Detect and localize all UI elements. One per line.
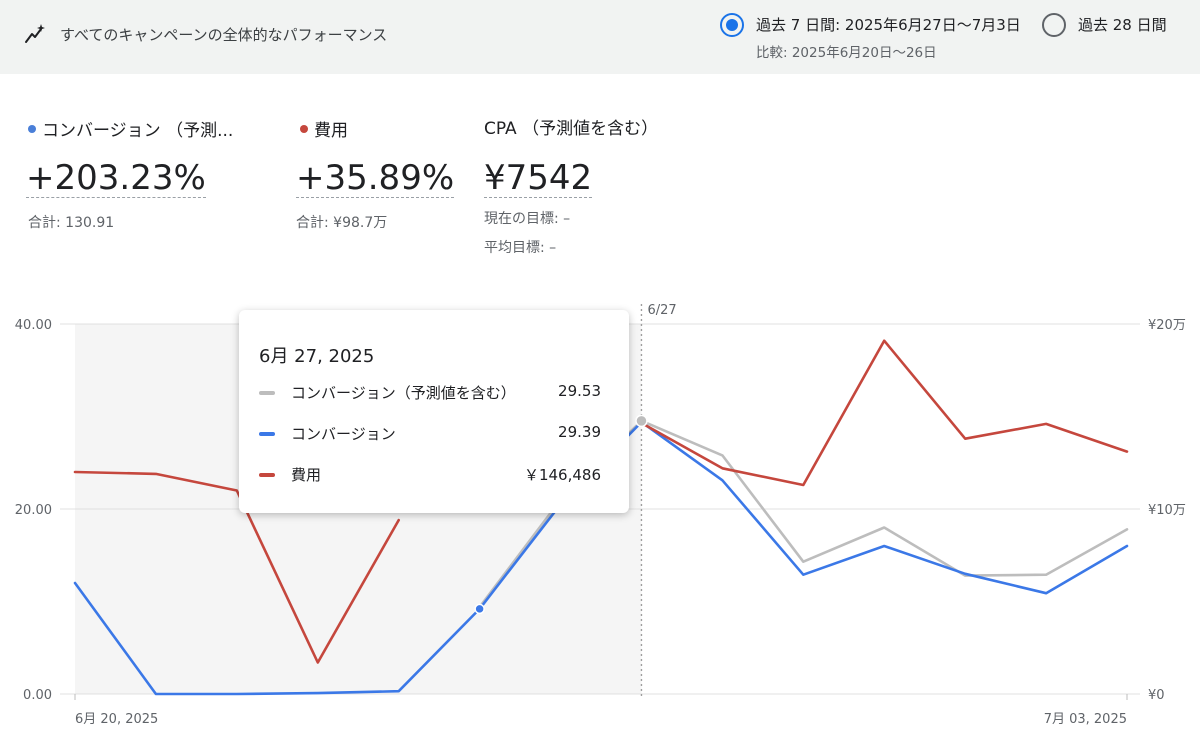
y-left-tick-label: 0.00 [23,688,52,703]
page-title: すべてのキャンペーンの全体的なパフォーマンス [60,26,388,44]
x-tick-label: 6月 20, 2025 [75,712,158,727]
y-right-tick-label: ¥0 [1148,688,1165,703]
hover-point [635,414,648,428]
metric-current-target: 現在の目標: – [484,211,571,227]
metric-value: ¥7542 [484,158,593,198]
tooltip-series-name: コンバージョン [291,425,396,443]
chart-tooltip: 6月 27, 2025 コンバージョン（予測値を含む） 29.53 コンバージョ… [239,310,629,513]
tooltip-swatch [259,473,275,477]
cost-legend-dot [300,125,308,133]
compare-range-text: 比較: 2025年6月20日〜26日 [756,45,937,61]
range-7days-label[interactable]: 過去 7 日間: 2025年6月27日〜7月3日 [756,14,1021,35]
metric-label: CPA （予測値を含む） [484,119,659,139]
header-bar: すべてのキャンペーンの全体的なパフォーマンス 過去 7 日間: 2025年6月2… [0,0,1200,74]
tooltip-row-conversions: コンバージョン 29.39 [259,423,611,445]
metric-label: 費用 [314,121,348,141]
metric-value: +35.89% [296,158,455,198]
y-right-tick-label: ¥20万 [1148,318,1186,333]
left-axis-ticks: 40.00 20.00 0.00 [15,318,52,703]
tooltip-row-cost: 費用 ￥146,486 [259,464,611,486]
conversion-legend-dot [28,125,36,133]
metric-value: +203.23% [26,158,206,198]
x-tick-label: 7月 03, 2025 [1044,712,1127,727]
metric-total: 合計: ¥98.7万 [296,215,388,231]
tooltip-swatch [259,391,275,395]
tooltip-series-name: 費用 [291,466,322,484]
tooltip-series-value: ￥146,486 [523,466,601,484]
tooltip-series-name: コンバージョン（予測値を含む） [291,384,516,402]
y-right-tick-label: ¥10万 [1148,503,1186,518]
tooltip-swatch [259,432,275,436]
range-7days-radio[interactable] [720,13,744,37]
metric-label: コンバージョン （予測... [42,121,234,141]
y-left-tick-label: 40.00 [15,318,52,333]
sparkle-trend-icon [25,24,45,43]
range-28days-label[interactable]: 過去 28 日間 [1078,14,1167,35]
metric-average-target: 平均目標: – [484,240,557,256]
tooltip-series-value: 29.53 [558,382,601,400]
highlight-point [474,603,485,615]
tooltip-row-predicted-conversions: コンバージョン（予測値を含む） 29.53 [259,382,611,404]
x-axis-ticks: 6月 20, 2025 7月 03, 2025 [74,694,1128,727]
divider-label: 6/27 [647,303,676,318]
tooltip-date: 6月 27, 2025 [259,346,375,367]
range-28days-radio[interactable] [1042,13,1066,37]
metric-total: 合計: 130.91 [28,215,115,231]
y-left-tick-label: 20.00 [15,503,52,518]
tooltip-series-value: 29.39 [558,423,601,441]
right-axis-ticks: ¥20万 ¥10万 ¥0 [1148,318,1186,703]
